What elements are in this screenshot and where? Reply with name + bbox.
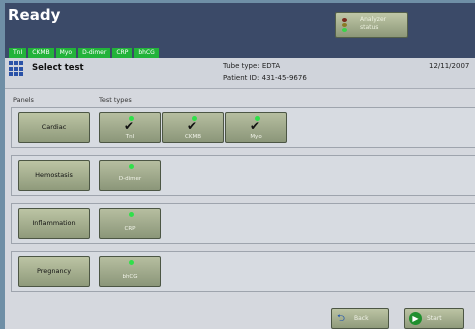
checkmark-icon: ✔ <box>250 119 261 133</box>
grid-icon <box>9 61 25 77</box>
indicator-light-icon <box>129 260 134 265</box>
panel-row-hemostasis: Hemostasis D-dimer <box>11 155 475 196</box>
panel-row-pregnancy: Pregnancy bhCG <box>11 251 475 292</box>
hemostasis-panel-button[interactable]: Hemostasis <box>18 160 90 191</box>
back-button[interactable]: ⮌ Back <box>331 308 389 329</box>
tab-myo[interactable]: Myo <box>55 48 77 58</box>
indicator-light-icon <box>129 212 134 217</box>
d-dimer-test-button[interactable]: D-dimer <box>99 160 161 191</box>
panels-column-header: Panels <box>13 96 34 104</box>
date: 12/11/2007 <box>429 62 470 70</box>
status-button-line1: Analyzer <box>360 16 387 23</box>
myo-test-button[interactable]: ✔ Myo <box>225 112 287 143</box>
checkmark-icon: ✔ <box>124 119 135 133</box>
page-title: Select test <box>32 63 84 73</box>
panel-row-cardiac: Cardiac ✔ TnI ✔ CKMB ✔ Myo <box>11 107 475 148</box>
cardiac-panel-button[interactable]: Cardiac <box>18 112 90 143</box>
inflammation-panel-button[interactable]: Inflammation <box>18 208 90 239</box>
panel-row-inflammation: Inflammation CRP <box>11 203 475 244</box>
test-types-column-header: Test types <box>99 96 132 104</box>
tab-ckmb[interactable]: CKMB <box>28 48 54 58</box>
app-title: Ready <box>8 6 61 24</box>
back-arrow-icon: ⮌ <box>337 313 346 324</box>
traffic-light-icon <box>342 18 348 32</box>
analyzer-status-button[interactable]: Analyzer status <box>335 12 408 38</box>
start-button[interactable]: ▶ Start <box>404 308 464 329</box>
test-label: TnI <box>125 134 135 140</box>
tab-tni[interactable]: TnI <box>9 48 27 58</box>
indicator-light-icon <box>129 164 134 169</box>
crp-test-button[interactable]: CRP <box>99 208 161 239</box>
test-tabs: TnI CKMB Myo D-dimer CRP bhCG <box>9 48 159 58</box>
pregnancy-panel-button[interactable]: Pregnancy <box>18 256 90 287</box>
tab-d-dimer[interactable]: D-dimer <box>78 48 111 58</box>
tab-crp[interactable]: CRP <box>112 48 133 58</box>
ckmb-test-button[interactable]: ✔ CKMB <box>162 112 224 143</box>
device-frame: Ready Analyzer status TnI CKMB Myo D-dim… <box>0 0 475 329</box>
status-button-line2: status <box>360 24 379 31</box>
tube-type: Tube type: EDTA <box>223 62 281 70</box>
checkmark-icon: ✔ <box>187 119 198 133</box>
test-label: CKMB <box>185 134 201 140</box>
tab-bhcg[interactable]: bhCG <box>134 48 159 58</box>
test-label: CRP <box>124 226 136 232</box>
back-button-label: Back <box>354 315 369 322</box>
bhcg-test-button[interactable]: bhCG <box>99 256 161 287</box>
patient-id: Patient ID: 431-45-9676 <box>223 74 307 82</box>
play-icon: ▶ <box>409 312 422 325</box>
test-label: bhCG <box>122 274 138 280</box>
tni-test-button[interactable]: ✔ TnI <box>99 112 161 143</box>
test-label: D-dimer <box>118 176 142 182</box>
start-button-label: Start <box>427 315 442 322</box>
top-bar: Ready Analyzer status TnI CKMB Myo D-dim… <box>5 3 475 58</box>
screen: Ready Analyzer status TnI CKMB Myo D-dim… <box>5 3 475 329</box>
page-header: Select test Tube type: EDTA Patient ID: … <box>5 58 475 89</box>
test-label: Myo <box>250 134 262 140</box>
